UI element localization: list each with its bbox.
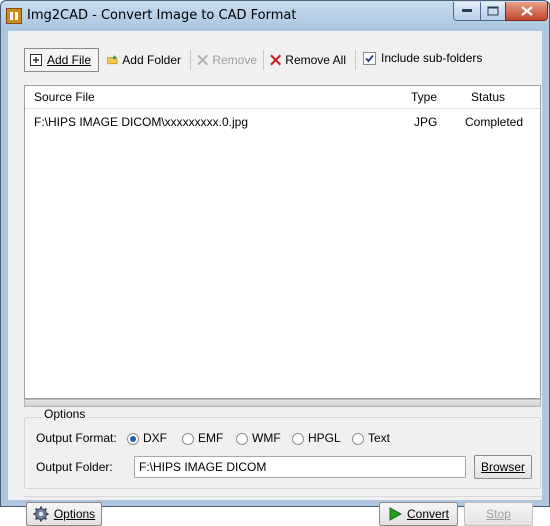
browser-button[interactable]: Browser bbox=[474, 455, 532, 479]
convert-button[interactable]: Convert bbox=[379, 502, 458, 526]
add-file-label: Add File bbox=[47, 53, 92, 67]
add-folder-button[interactable]: Add Folder bbox=[103, 48, 185, 72]
play-icon bbox=[389, 507, 402, 521]
list-header: Source File Type Status bbox=[25, 86, 540, 109]
file-list[interactable]: Source File Type Status F:\HIPS IMAGE DI… bbox=[24, 85, 541, 399]
close-button[interactable] bbox=[505, 2, 548, 21]
format-label-text[interactable]: Text bbox=[368, 431, 390, 445]
options-group-label: Options bbox=[41, 407, 89, 421]
window-title: Img2CAD - Convert Image to CAD Format bbox=[27, 8, 297, 23]
remove-all-icon bbox=[270, 54, 282, 66]
stop-button[interactable]: Stop bbox=[464, 502, 533, 526]
output-format-label: Output Format: bbox=[36, 431, 117, 445]
add-file-icon bbox=[30, 54, 42, 66]
minimize-button[interactable] bbox=[453, 2, 481, 21]
output-folder-label: Output Folder: bbox=[36, 460, 113, 474]
format-label-emf[interactable]: EMF bbox=[198, 431, 223, 445]
add-folder-icon bbox=[107, 55, 118, 65]
options-groupbox bbox=[24, 417, 541, 489]
footer-separator bbox=[24, 496, 541, 497]
remove-button[interactable]: Remove bbox=[193, 48, 261, 72]
maximize-button[interactable] bbox=[480, 2, 506, 21]
remove-all-label: Remove All bbox=[285, 53, 346, 67]
toolbar-separator bbox=[190, 50, 191, 70]
output-folder-input[interactable] bbox=[134, 456, 466, 478]
format-radio-wmf[interactable] bbox=[236, 433, 248, 445]
options-button-label: Options bbox=[53, 507, 96, 521]
app-icon bbox=[6, 8, 22, 24]
title-bar[interactable]: Img2CAD - Convert Image to CAD Format bbox=[1, 1, 549, 31]
format-label-wmf[interactable]: WMF bbox=[252, 431, 281, 445]
stop-label: Stop bbox=[486, 507, 511, 521]
horizontal-scrollbar[interactable] bbox=[24, 399, 541, 407]
add-folder-label: Add Folder bbox=[122, 53, 181, 67]
include-subfolders-checkbox[interactable] bbox=[363, 52, 376, 65]
format-radio-hpgl[interactable] bbox=[292, 433, 304, 445]
checkmark-icon bbox=[365, 54, 374, 63]
toolbar-separator bbox=[355, 50, 356, 70]
row-status-cell: Completed bbox=[465, 115, 524, 129]
include-subfolders-label[interactable]: Include sub-folders bbox=[381, 51, 482, 65]
app-window: Img2CAD - Convert Image to CAD Format Ad… bbox=[0, 0, 550, 526]
remove-label: Remove bbox=[212, 53, 257, 67]
format-radio-dxf[interactable] bbox=[127, 433, 139, 445]
row-source-cell: F:\HIPS IMAGE DICOM\xxxxxxxxx.0.jpg bbox=[34, 115, 249, 129]
format-label-hpgl[interactable]: HPGL bbox=[308, 431, 341, 445]
convert-label: Convert bbox=[406, 507, 450, 521]
toolbar-separator bbox=[263, 50, 264, 70]
browser-label: Browser bbox=[480, 460, 525, 474]
column-header-status[interactable]: Status bbox=[471, 90, 505, 104]
client-area: Add File Add Folder Remove Remove All In… bbox=[8, 31, 542, 526]
column-header-source[interactable]: Source File bbox=[34, 90, 95, 104]
column-header-type[interactable]: Type bbox=[411, 90, 437, 104]
options-button[interactable]: Options bbox=[26, 502, 102, 526]
row-type-cell: JPG bbox=[414, 115, 438, 129]
add-file-button[interactable]: Add File bbox=[24, 48, 99, 72]
format-label-dxf[interactable]: DXF bbox=[143, 431, 167, 445]
format-radio-emf[interactable] bbox=[182, 433, 194, 445]
remove-all-button[interactable]: Remove All bbox=[266, 48, 350, 72]
remove-icon bbox=[197, 54, 209, 66]
format-radio-text[interactable] bbox=[352, 433, 364, 445]
gear-icon bbox=[33, 506, 49, 522]
